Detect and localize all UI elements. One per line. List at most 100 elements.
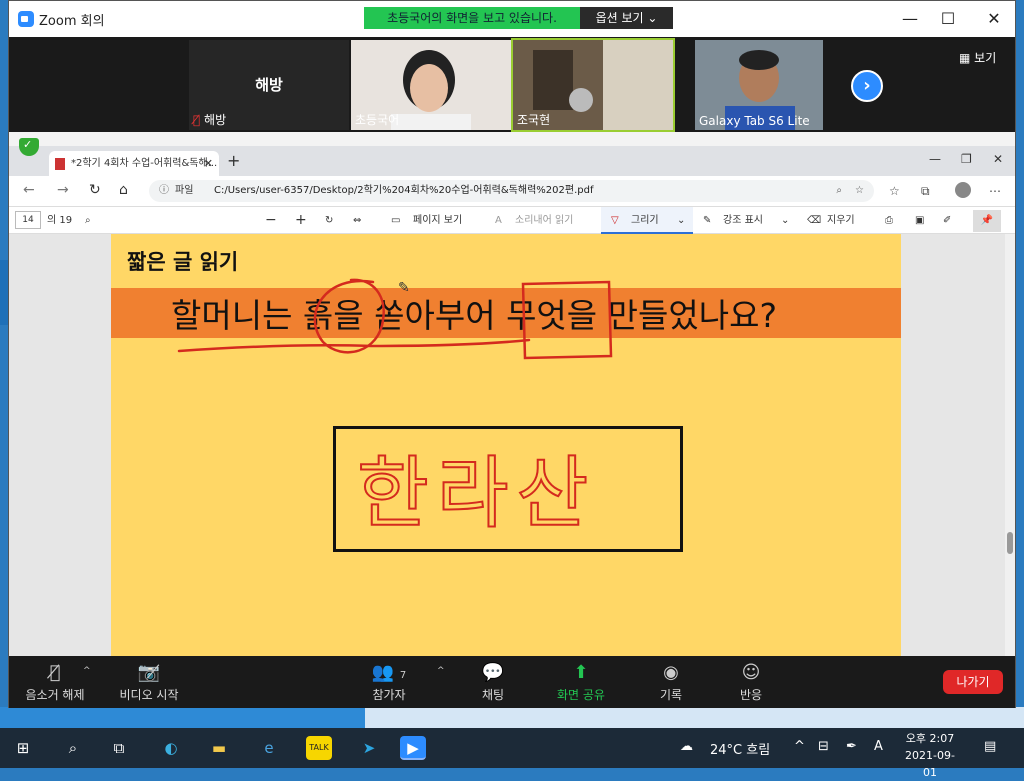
zoom-titlebar: Zoom 회의 초등국어의 화면을 보고 있습니다. 옵션 보기 ⌄ — ☐ ✕: [9, 1, 1015, 37]
collections-icon[interactable]: ⧉: [921, 184, 930, 199]
save-icon[interactable]: ▣: [915, 207, 924, 234]
pencil-cursor-icon: ✎: [398, 280, 410, 296]
pdf-scrollbar[interactable]: [1005, 234, 1015, 656]
muted-mic-icon: 🎙̸: [193, 113, 201, 127]
start-windows-icon[interactable]: ⊞: [10, 736, 36, 760]
answer-box: [333, 426, 683, 552]
maximize-button[interactable]: ☐: [933, 7, 963, 31]
save-as-icon[interactable]: ✐: [943, 207, 951, 234]
favorites-icon[interactable]: ☆: [889, 184, 900, 198]
participants-button[interactable]: 👥 7 참가자: [349, 660, 429, 703]
page-view-button[interactable]: 페이지 보기: [413, 207, 462, 234]
close-tab-icon[interactable]: ✕: [204, 151, 213, 176]
draw-pen-icon: ▽: [611, 215, 619, 226]
forward-arrow-icon[interactable]: →: [57, 182, 69, 198]
zoom-in-icon[interactable]: +: [295, 207, 307, 234]
draw-button[interactable]: ▽ 그리기 ⌄: [601, 207, 693, 234]
participant-tile[interactable]: 초등국어: [351, 40, 511, 130]
weather-text[interactable]: 24°C 흐림: [710, 739, 770, 758]
favorite-star-icon[interactable]: ☆: [855, 180, 864, 202]
browser-minimize-button[interactable]: —: [929, 152, 941, 166]
pdf-toolbar: 14 의 19 ⌕ − + ↻ ⇔ ▭ 페이지 보기 A 소리내어 읽기 ▽ 그…: [9, 206, 1015, 234]
print-icon[interactable]: ⎙: [885, 207, 893, 234]
browser-close-button[interactable]: ✕: [993, 152, 1003, 166]
notifications-icon[interactable]: ▤: [984, 739, 996, 754]
video-thumbnail-strip: 해방 🎙̸ 해방 초등국어 조국현 Galaxy Tab S6 Lite › ▦…: [9, 37, 1015, 132]
record-button[interactable]: ◉ 기록: [631, 660, 711, 703]
browser-restore-button[interactable]: ❐: [961, 152, 972, 166]
pdf-viewer: 짧은 글 읽기 할머니는 흙을 쏟아부어 무엇을 만들었나요? ✎ 한라산: [9, 234, 1015, 656]
participant-name: 🎙̸ 해방: [193, 113, 227, 127]
page-view-icon: ▭: [391, 215, 401, 226]
page-number-input[interactable]: 14: [15, 211, 41, 229]
record-icon: ◉: [663, 662, 679, 683]
profile-avatar[interactable]: [955, 182, 971, 198]
browser-tab[interactable]: *2학기 4회차 수업-어휘력&독해... ✕: [49, 151, 219, 176]
reactions-button[interactable]: ☺ 반응: [711, 660, 791, 703]
url-text: C:/Users/user-6357/Desktop/2학기%204회차%20수…: [214, 185, 594, 196]
participant-big-name: 해방: [255, 76, 283, 94]
search-icon[interactable]: ⌕: [85, 207, 91, 234]
address-bar: ← → ↻ ⌂ ⓘ 파일 C:/Users/user-6357/Desktop/…: [9, 176, 1015, 206]
file-explorer-icon[interactable]: ▬: [206, 736, 232, 760]
tray-expand-icon[interactable]: ^: [794, 739, 805, 754]
next-page-button[interactable]: ›: [851, 70, 883, 102]
scroll-thumb[interactable]: [1007, 532, 1013, 554]
participant-tile[interactable]: Galaxy Tab S6 Lite: [695, 40, 823, 130]
participant-name: 조국현: [517, 113, 551, 127]
question-text: 할머니는 흙을 쏟아부어 무엇을 만들었나요?: [171, 296, 777, 335]
home-icon[interactable]: ⌂: [119, 182, 128, 198]
participant-tile[interactable]: 조국현: [511, 38, 675, 132]
search-icon[interactable]: ⌕: [60, 736, 86, 760]
chevron-down-icon[interactable]: ⌄: [781, 207, 789, 234]
close-window-button[interactable]: ✕: [979, 7, 1009, 31]
zoom-app-icon[interactable]: ▶: [400, 736, 426, 760]
task-view-icon[interactable]: ⧉: [106, 736, 132, 760]
zoom-icon[interactable]: ⌕: [836, 180, 842, 202]
tab-title: *2학기 4회차 수업-어휘력&독해...: [71, 158, 218, 169]
internet-explorer-icon[interactable]: e: [256, 736, 282, 760]
read-aloud-icon: A: [495, 215, 502, 226]
url-field[interactable]: ⓘ 파일 C:/Users/user-6357/Desktop/2학기%204회…: [149, 180, 874, 202]
pdf-file-icon: [55, 158, 65, 170]
page-heading: 짧은 글 읽기: [127, 250, 239, 274]
leave-meeting-button[interactable]: 나가기: [943, 670, 1003, 694]
background-window-strip: [0, 707, 1024, 729]
chat-button[interactable]: 💬 채팅: [453, 660, 533, 703]
screen-share-banner: 초등국어의 화면을 보고 있습니다.: [364, 7, 580, 29]
ime-indicator[interactable]: A: [874, 739, 883, 754]
share-screen-button[interactable]: ⬆ 화면 공유: [541, 660, 621, 703]
rotate-icon[interactable]: ↻: [325, 207, 333, 234]
participant-tile[interactable]: 해방 🎙̸ 해방: [189, 40, 349, 130]
browser-tab-bar: *2학기 4회차 수업-어휘력&독해... ✕ + — ❐ ✕: [9, 138, 1015, 176]
info-icon: ⓘ: [159, 185, 169, 196]
shield-icon: [19, 138, 39, 156]
new-tab-button[interactable]: +: [227, 151, 240, 170]
chevron-down-icon: ⌄: [677, 215, 686, 226]
start-video-button[interactable]: 📷̸ 비디오 시작: [109, 660, 189, 703]
audio-options-icon[interactable]: ^: [83, 666, 91, 676]
participants-options-icon[interactable]: ^: [437, 666, 445, 676]
minimize-button[interactable]: —: [895, 7, 925, 31]
fit-page-icon[interactable]: ⇔: [353, 207, 361, 234]
read-aloud-button[interactable]: 소리내어 읽기: [515, 207, 573, 234]
participants-icon: 👥 7: [371, 662, 407, 683]
network-icon[interactable]: ⊟: [818, 739, 829, 754]
url-scheme-label: 파일: [175, 185, 194, 196]
pin-toolbar-icon[interactable]: 📌: [973, 210, 1001, 232]
zoom-out-icon[interactable]: −: [265, 207, 277, 234]
telegram-icon[interactable]: ➤: [356, 736, 382, 760]
kakaotalk-icon[interactable]: TALK: [306, 736, 332, 760]
edge-browser-icon[interactable]: ◐: [158, 736, 184, 760]
refresh-icon[interactable]: ↻: [89, 182, 101, 198]
page-count: 의 19: [47, 215, 73, 226]
system-clock[interactable]: 오후 2:07 2021-09-01: [900, 730, 960, 781]
more-menu-icon[interactable]: ⋯: [989, 184, 1001, 198]
back-arrow-icon[interactable]: ←: [23, 182, 35, 198]
share-screen-icon: ⬆: [573, 662, 589, 683]
view-layout-button[interactable]: ▦ 보기: [959, 49, 996, 66]
highlight-button[interactable]: 강조 표시: [723, 207, 763, 234]
erase-button[interactable]: 지우기: [827, 207, 855, 234]
pen-icon[interactable]: ✒: [846, 739, 857, 754]
view-options-button[interactable]: 옵션 보기 ⌄: [580, 7, 673, 29]
